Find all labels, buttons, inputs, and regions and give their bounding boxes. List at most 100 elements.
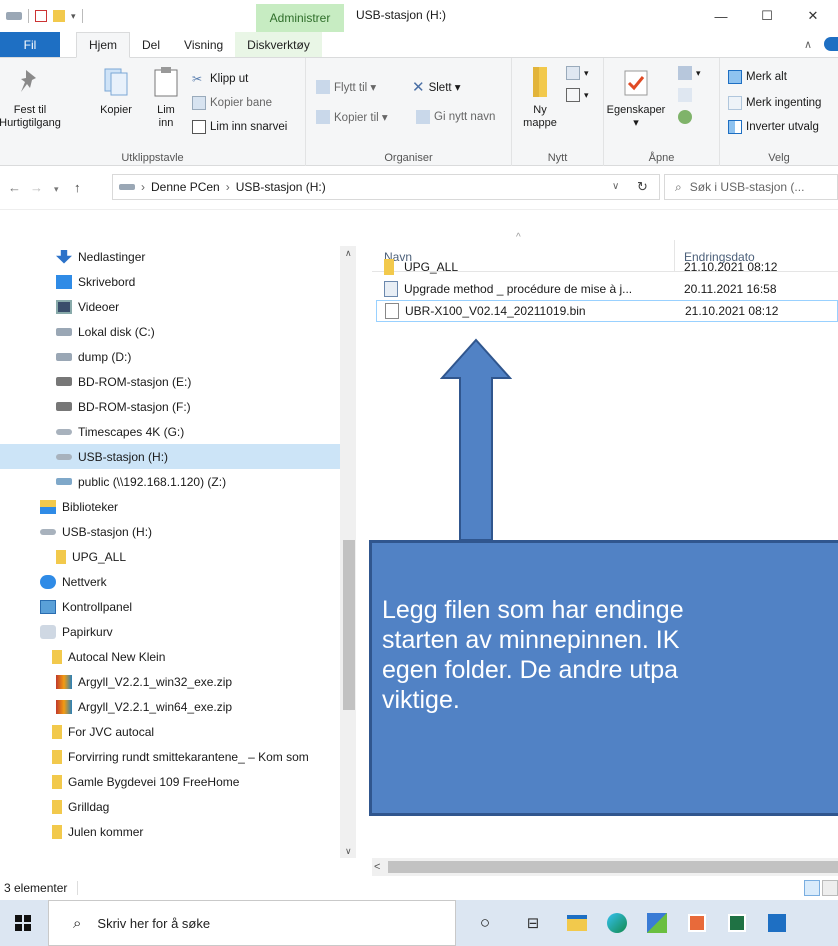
drive-icon[interactable]	[6, 12, 22, 20]
easy-access-button[interactable]: ▾	[566, 88, 589, 102]
invert-selection-button[interactable]: Inverter utvalg	[728, 120, 819, 134]
nav-item[interactable]: Argyll_V2.2.1_win64_exe.zip	[0, 694, 340, 719]
windows-start-icon[interactable]	[12, 912, 34, 934]
nav-item[interactable]: dump (D:)	[0, 344, 340, 369]
pin-to-quick-access-button[interactable]: Fest til Hurtigtilgang	[0, 64, 61, 130]
nav-item-label: USB-stasjon (H:)	[78, 449, 169, 464]
clipboard-group: Fest til Hurtigtilgang Kopier Lim inn ✂ …	[0, 58, 306, 166]
cortana-icon[interactable]: ○	[474, 912, 496, 934]
properties-button[interactable]: Egenskaper ▾	[607, 64, 665, 130]
outlook-icon[interactable]	[766, 912, 788, 934]
customize-dropdown-icon[interactable]: ▾	[71, 11, 76, 22]
horizontal-scroll-thumb[interactable]	[388, 861, 838, 873]
collapse-ribbon-icon[interactable]: ∧	[804, 38, 812, 51]
scroll-down-icon[interactable]: ∨	[345, 846, 352, 857]
nav-item[interactable]: Biblioteker	[0, 494, 340, 519]
paste-button[interactable]: Lim inn	[148, 64, 184, 130]
task-view-icon[interactable]: ⊟	[522, 912, 544, 934]
new-item-icon	[566, 66, 580, 80]
open-button[interactable]: ▾	[678, 66, 701, 80]
tab-view[interactable]: Visning	[172, 32, 235, 57]
nav-item-label: USB-stasjon (H:)	[62, 524, 153, 539]
up-button[interactable]: ↑	[74, 180, 81, 195]
paste-shortcut-button[interactable]: Lim inn snarvei	[192, 120, 287, 134]
folder-icon[interactable]	[53, 10, 65, 22]
cut-button[interactable]: ✂ Klipp ut	[192, 72, 248, 86]
nav-item[interactable]: Autocal New Klein	[0, 644, 340, 669]
nav-item[interactable]: BD-ROM-stasjon (E:)	[0, 369, 340, 394]
breadcrumb-this-pc[interactable]: Denne PCen	[151, 180, 220, 194]
annotation-callout: Legg filen som har endinge starten av mi…	[369, 540, 838, 816]
new-folder-button[interactable]: Ny mappe	[520, 64, 560, 130]
taskbar-search-box[interactable]: ⌕ Skriv her for å søke	[48, 900, 456, 946]
nav-item[interactable]: USB-stasjon (H:)	[0, 519, 340, 544]
copy-button[interactable]: Kopier	[96, 64, 136, 117]
nav-item[interactable]: Papirkurv	[0, 619, 340, 644]
tab-drive-tools[interactable]: Diskverktøy	[235, 32, 322, 57]
large-icons-view-icon[interactable]	[822, 880, 838, 896]
file-row[interactable]: UPG_ALL 21.10.2021 08:12	[376, 256, 838, 278]
context-tab-manage[interactable]: Administrer	[256, 4, 344, 32]
file-row[interactable]: Upgrade method _ procédure de mise à j..…	[376, 278, 838, 300]
nav-item[interactable]: UPG_ALL	[0, 544, 340, 569]
folder-icon	[384, 259, 394, 275]
nav-item[interactable]: Lokal disk (C:)	[0, 319, 340, 344]
drive-icon	[56, 327, 72, 336]
nav-item[interactable]: Videoer	[0, 294, 340, 319]
address-bar[interactable]: › Denne PCen › USB-stasjon (H:)	[112, 174, 660, 200]
tab-share[interactable]: Del	[130, 32, 172, 57]
status-divider	[77, 881, 79, 895]
usb-drive-icon	[40, 528, 56, 535]
nav-item[interactable]: Grilldag	[0, 794, 340, 819]
breadcrumb-usb-drive[interactable]: USB-stasjon (H:)	[236, 180, 326, 194]
store-app-icon[interactable]	[646, 912, 668, 934]
recent-locations-icon[interactable]: ▾	[54, 184, 59, 195]
file-row[interactable]: UBR-X100_V02.14_20211019.bin 21.10.2021 0…	[376, 300, 838, 322]
nav-item[interactable]: USB-stasjon (H:)	[0, 444, 340, 469]
nav-item[interactable]: Julen kommer	[0, 819, 340, 844]
edit-button[interactable]	[678, 88, 692, 102]
nav-scroll-thumb[interactable]	[343, 540, 355, 710]
help-icon[interactable]	[824, 37, 838, 51]
new-item-button[interactable]: ▾	[566, 66, 589, 80]
nav-item[interactable]: Nedlastinger	[0, 244, 340, 269]
rename-button[interactable]: Gi nytt navn	[416, 110, 495, 124]
file-explorer-icon[interactable]	[566, 912, 588, 934]
details-view-icon[interactable]	[804, 880, 820, 896]
scroll-up-icon[interactable]: ∧	[345, 248, 352, 259]
scroll-left-icon[interactable]: <	[374, 861, 380, 873]
nav-item[interactable]: Skrivebord	[0, 269, 340, 294]
nav-item[interactable]: BD-ROM-stasjon (F:)	[0, 394, 340, 419]
office-app-icon[interactable]	[686, 912, 708, 934]
history-button[interactable]	[678, 110, 692, 124]
tab-home[interactable]: Hjem	[76, 32, 131, 58]
refresh-icon[interactable]: ↻	[637, 179, 648, 195]
nav-item[interactable]: public (\\192.168.1.120) (Z:)	[0, 469, 340, 494]
nav-item[interactable]: Gamle Bygdevei 109 FreeHome	[0, 769, 340, 794]
forward-button[interactable]: →	[30, 180, 43, 195]
minimize-button[interactable]: —	[698, 0, 744, 32]
select-all-button[interactable]: Merk alt	[728, 70, 787, 84]
copy-to-button[interactable]: Kopier til ▾	[316, 110, 388, 124]
file-name: UPG_ALL	[404, 260, 459, 274]
nav-item[interactable]: Forvirring rundt smittekarantene_ – Kom …	[0, 744, 340, 769]
select-none-button[interactable]: Merk ingenting	[728, 96, 821, 110]
edge-icon[interactable]	[606, 912, 628, 934]
tab-file[interactable]: Fil	[0, 32, 60, 57]
nav-item[interactable]: For JVC autocal	[0, 719, 340, 744]
address-dropdown-icon[interactable]: ∨	[612, 181, 619, 192]
back-button[interactable]: ←	[8, 180, 21, 195]
close-button[interactable]: ✕	[790, 0, 836, 32]
maximize-button[interactable]: ☐	[744, 0, 790, 32]
nav-item[interactable]: Timescapes 4K (G:)	[0, 419, 340, 444]
excel-icon[interactable]	[726, 912, 748, 934]
move-to-button[interactable]: Flytt til ▾	[316, 80, 376, 94]
copy-path-button[interactable]: Kopier bane	[192, 96, 272, 110]
nav-item[interactable]: Nettverk	[0, 569, 340, 594]
nav-item[interactable]: Kontrollpanel	[0, 594, 340, 619]
delete-button[interactable]: ✕ Slett ▾	[412, 78, 461, 96]
properties-checkbox-icon[interactable]	[35, 10, 47, 22]
network-drive-icon	[56, 478, 72, 485]
search-box[interactable]: ⌕ Søk i USB-stasjon (...	[664, 174, 838, 200]
nav-item[interactable]: Argyll_V2.2.1_win32_exe.zip	[0, 669, 340, 694]
